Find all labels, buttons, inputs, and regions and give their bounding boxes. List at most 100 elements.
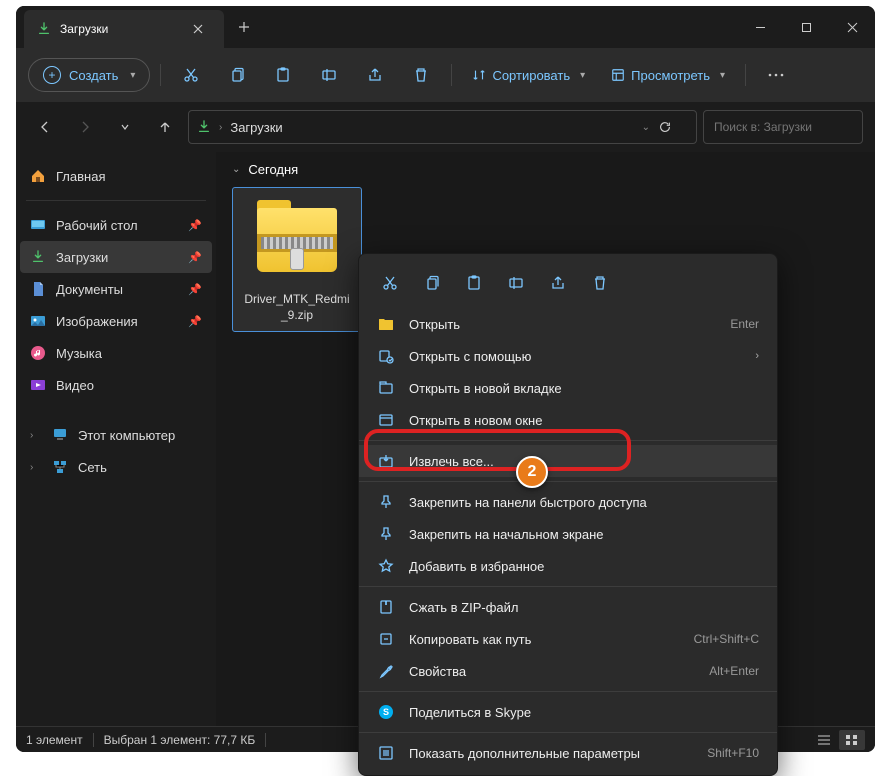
ctx-shortcut: Alt+Enter — [709, 664, 759, 678]
view-button[interactable]: Просмотреть ▾ — [601, 58, 735, 92]
tab-downloads[interactable]: Загрузки — [24, 10, 224, 48]
sidebar-item-downloads[interactable]: Загрузки 📌 — [20, 241, 212, 273]
pin-icon: 📌 — [188, 283, 202, 296]
ctx-add-favorite[interactable]: Добавить в избранное — [359, 550, 777, 582]
sidebar-label: Документы — [56, 282, 123, 297]
delete-button[interactable] — [401, 58, 441, 92]
more-button[interactable] — [756, 58, 796, 92]
ctx-paste-button[interactable] — [455, 266, 493, 300]
close-button[interactable] — [829, 6, 875, 48]
file-item-zip[interactable]: Driver_MTK_Redmi_9.zip — [232, 187, 362, 332]
view-label: Просмотреть — [631, 68, 710, 83]
ctx-label: Копировать как путь — [409, 632, 531, 647]
toolbar: + Создать ▾ Сортировать ▾ Просмотреть ▾ — [16, 48, 875, 102]
sidebar-item-music[interactable]: Музыка — [20, 337, 212, 369]
ctx-copy-path[interactable]: Копировать как путь Ctrl+Shift+C — [359, 623, 777, 655]
desktop-icon — [30, 217, 46, 233]
sidebar-item-pictures[interactable]: Изображения 📌 — [20, 305, 212, 337]
chevron-down-icon: ⌄ — [232, 164, 240, 175]
ctx-rename-button[interactable] — [497, 266, 535, 300]
details-view-button[interactable] — [811, 730, 837, 750]
cut-button[interactable] — [171, 58, 211, 92]
context-quick-actions — [359, 260, 777, 308]
sidebar-item-network[interactable]: › Сеть — [20, 451, 212, 483]
pictures-icon — [30, 313, 46, 329]
refresh-button[interactable] — [658, 120, 688, 134]
sidebar-item-documents[interactable]: Документы 📌 — [20, 273, 212, 305]
skype-icon: S — [377, 703, 395, 721]
pin-icon — [377, 525, 395, 543]
group-header-today[interactable]: ⌄ Сегодня — [232, 162, 859, 177]
zip-folder-icon — [252, 196, 342, 286]
maximize-button[interactable] — [783, 6, 829, 48]
ctx-copy-button[interactable] — [413, 266, 451, 300]
item-count: 1 элемент — [26, 733, 83, 747]
ctx-label: Открыть в новом окне — [409, 413, 542, 428]
chevron-down-icon: ▾ — [130, 70, 135, 81]
up-button[interactable] — [148, 110, 182, 144]
window-icon — [377, 411, 395, 429]
ctx-label: Поделиться в Skype — [409, 705, 531, 720]
share-button[interactable] — [355, 58, 395, 92]
sidebar-item-videos[interactable]: Видео — [20, 369, 212, 401]
download-icon — [36, 21, 52, 37]
ctx-open-new-tab[interactable]: Открыть в новой вкладке — [359, 372, 777, 404]
titlebar: Загрузки — [16, 6, 875, 48]
path-icon — [377, 630, 395, 648]
rename-button[interactable] — [309, 58, 349, 92]
tab-title: Загрузки — [60, 22, 108, 36]
sidebar-item-desktop[interactable]: Рабочий стол 📌 — [20, 209, 212, 241]
selection-info: Выбран 1 элемент: 77,7 КБ — [104, 733, 256, 747]
copy-button[interactable] — [217, 58, 257, 92]
ctx-compress-zip[interactable]: Сжать в ZIP-файл — [359, 591, 777, 623]
ctx-properties[interactable]: Свойства Alt+Enter — [359, 655, 777, 687]
recent-dropdown[interactable] — [108, 110, 142, 144]
new-button[interactable]: + Создать ▾ — [28, 58, 150, 92]
ctx-label: Показать дополнительные параметры — [409, 746, 640, 761]
navbar: › Загрузки ⌄ — [16, 102, 875, 152]
search-input[interactable] — [703, 110, 863, 144]
ctx-open-new-window[interactable]: Открыть в новом окне — [359, 404, 777, 436]
ctx-open-with[interactable]: Открыть с помощью › — [359, 340, 777, 372]
computer-icon — [52, 427, 68, 443]
ctx-share-button[interactable] — [539, 266, 577, 300]
video-icon — [30, 377, 46, 393]
new-tab-button[interactable] — [224, 6, 264, 48]
ctx-label: Открыть с помощью — [409, 349, 531, 364]
tab-close-button[interactable] — [184, 15, 212, 43]
new-label: Создать — [69, 68, 118, 83]
sidebar-item-home[interactable]: Главная — [20, 160, 212, 192]
ctx-pin-quickaccess[interactable]: Закрепить на панели быстрого доступа — [359, 486, 777, 518]
chevron-down-icon: ▾ — [580, 70, 585, 81]
download-icon — [30, 249, 46, 265]
tab-icon — [377, 379, 395, 397]
paste-button[interactable] — [263, 58, 303, 92]
back-button[interactable] — [28, 110, 62, 144]
sidebar-item-this-pc[interactable]: › Этот компьютер — [20, 419, 212, 451]
ctx-delete-button[interactable] — [581, 266, 619, 300]
ctx-label: Добавить в избранное — [409, 559, 544, 574]
breadcrumb-current[interactable]: Загрузки — [230, 120, 282, 135]
chevron-down-icon: ▾ — [720, 70, 725, 81]
chevron-right-icon[interactable]: › — [30, 430, 42, 441]
ctx-extract-all[interactable]: Извлечь все... — [359, 445, 777, 477]
breadcrumb[interactable]: › Загрузки ⌄ — [188, 110, 697, 144]
minimize-button[interactable] — [737, 6, 783, 48]
chevron-down-icon[interactable]: ⌄ — [642, 122, 650, 133]
ctx-show-more[interactable]: Показать дополнительные параметры Shift+… — [359, 737, 777, 769]
sort-button[interactable]: Сортировать ▾ — [462, 58, 595, 92]
chevron-right-icon[interactable]: › — [30, 462, 42, 473]
group-label: Сегодня — [248, 162, 298, 177]
thumbnails-view-button[interactable] — [839, 730, 865, 750]
ctx-open[interactable]: Открыть Enter — [359, 308, 777, 340]
ctx-label: Закрепить на панели быстрого доступа — [409, 495, 647, 510]
ctx-share-skype[interactable]: S Поделиться в Skype — [359, 696, 777, 728]
ctx-cut-button[interactable] — [371, 266, 409, 300]
folder-icon — [377, 315, 395, 333]
sidebar-label: Сеть — [78, 460, 107, 475]
zip-icon — [377, 598, 395, 616]
more-options-icon — [377, 744, 395, 762]
forward-button[interactable] — [68, 110, 102, 144]
ctx-pin-start[interactable]: Закрепить на начальном экране — [359, 518, 777, 550]
sidebar-label: Рабочий стол — [56, 218, 138, 233]
